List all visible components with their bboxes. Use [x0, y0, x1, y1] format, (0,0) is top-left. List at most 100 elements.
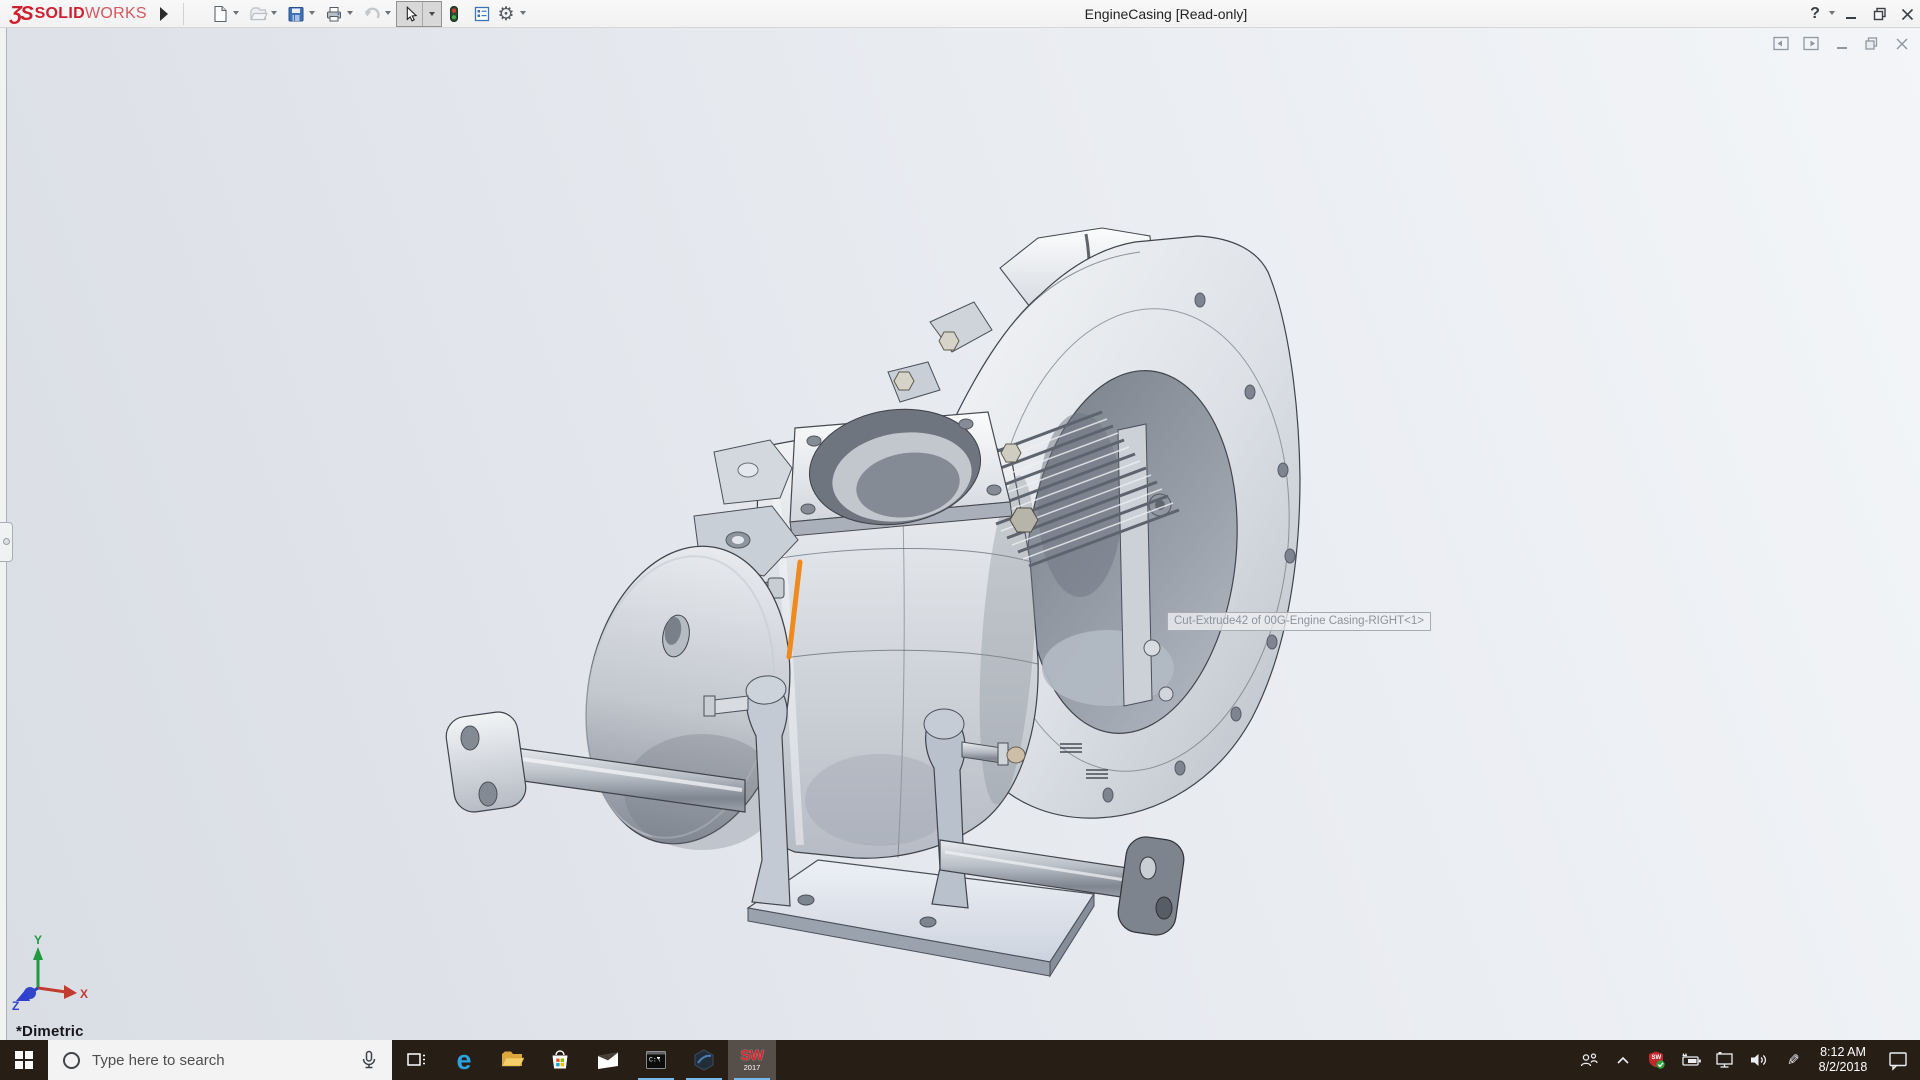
- save-floppy-icon: [288, 7, 304, 22]
- network-button[interactable]: [1708, 1040, 1742, 1080]
- undo-button[interactable]: [360, 2, 384, 26]
- clock-time: 8:12 AM: [1820, 1045, 1866, 1059]
- minimize-icon: [1845, 16, 1856, 19]
- close-button[interactable]: [1896, 0, 1918, 28]
- save-dropdown-caret[interactable]: [309, 11, 315, 15]
- svg-text:SW: SW: [1652, 1055, 1662, 1061]
- windows-taskbar: e: [0, 1040, 1920, 1080]
- edge-icon: e: [456, 1044, 472, 1075]
- document-restore-icon: [1865, 37, 1878, 50]
- feature-tooltip: Cut-Extrude42 of 00G-Engine Casing-RIGHT…: [1167, 612, 1431, 631]
- restore-icon: [1873, 7, 1886, 21]
- solidworks-window: ƷS SOLID WORKS ⚙ EngineCasing [Read-only…: [0, 0, 1920, 1080]
- rebuild-button[interactable]: [442, 2, 466, 26]
- print-button[interactable]: [322, 2, 346, 26]
- taskbar-search[interactable]: [48, 1040, 392, 1080]
- select-dropdown-caret[interactable]: [423, 2, 441, 26]
- task-view-icon: [407, 1053, 425, 1066]
- triad-x-label: X: [80, 987, 88, 1001]
- engine-casing-model[interactable]: Y X Z: [0, 28, 1920, 1040]
- options-dropdown-caret[interactable]: [520, 11, 526, 15]
- battery-icon: [1682, 1053, 1701, 1066]
- new-dropdown-caret[interactable]: [233, 11, 239, 15]
- file-explorer-button[interactable]: [488, 1040, 536, 1080]
- dock-pane-left-icon: [1773, 36, 1789, 51]
- menu-flyout-arrow-icon[interactable]: [160, 7, 168, 21]
- taskbar-clock[interactable]: 8:12 AM 8/2/2018: [1810, 1040, 1876, 1080]
- command-prompt-icon: C:\: [646, 1051, 666, 1069]
- select-cursor-icon: [406, 5, 417, 22]
- solidworks-resource-monitor-icon: SW: [1649, 1051, 1665, 1069]
- gear-icon: ⚙: [497, 3, 515, 25]
- taskbar-apps: e C:\ SW 2017: [392, 1040, 776, 1080]
- microsoft-store-button[interactable]: [536, 1040, 584, 1080]
- splitter-grip-icon: [2, 538, 10, 545]
- solidworks-2017-icon: SW 2017: [740, 1047, 764, 1073]
- document-close-button[interactable]: [1893, 35, 1910, 52]
- microphone-icon[interactable]: [358, 1049, 380, 1071]
- select-tool-button[interactable]: [397, 2, 423, 26]
- help-dropdown-caret[interactable]: [1829, 11, 1835, 15]
- undo-dropdown-caret[interactable]: [385, 11, 391, 15]
- people-button[interactable]: [1572, 1040, 1606, 1080]
- dock-pane-right-button[interactable]: [1803, 35, 1820, 52]
- action-center-button[interactable]: [1876, 1040, 1920, 1080]
- triad-z-label: Z: [12, 999, 19, 1013]
- command-prompt-button[interactable]: C:\: [632, 1040, 680, 1080]
- triad-y-label: Y: [34, 933, 42, 947]
- view-orientation-label: *Dimetric: [16, 1023, 84, 1040]
- document-minimize-button[interactable]: [1833, 35, 1850, 52]
- display-report-button[interactable]: [470, 2, 494, 26]
- display-report-icon: [474, 6, 490, 22]
- network-display-icon: [1716, 1052, 1733, 1068]
- volume-button[interactable]: [1742, 1040, 1776, 1080]
- task-view-button[interactable]: [392, 1040, 440, 1080]
- file-explorer-icon: [501, 1051, 524, 1067]
- volume-icon: [1751, 1054, 1767, 1066]
- document-restore-button[interactable]: [1863, 35, 1880, 52]
- minimize-button[interactable]: [1840, 0, 1862, 28]
- undo-icon: [364, 7, 380, 19]
- graphics-viewport[interactable]: Y X Z Cut-Extrude42 of 00G-Engine Casing…: [0, 28, 1920, 1040]
- open-document-button[interactable]: [246, 2, 270, 26]
- tray-overflow-button[interactable]: [1606, 1040, 1640, 1080]
- windows-logo-icon: [15, 1051, 33, 1069]
- restore-button[interactable]: [1869, 0, 1891, 28]
- chevron-up-icon: [1617, 1056, 1629, 1064]
- options-button[interactable]: ⚙: [494, 2, 518, 26]
- mail-icon: [598, 1052, 618, 1069]
- start-button[interactable]: [0, 1040, 48, 1080]
- open-dropdown-caret[interactable]: [271, 11, 277, 15]
- print-icon: [327, 7, 341, 22]
- solidworks-tool-button[interactable]: [680, 1040, 728, 1080]
- microsoft-store-icon: [552, 1050, 568, 1069]
- edge-button[interactable]: e: [440, 1040, 488, 1080]
- dock-pane-left-button[interactable]: [1773, 35, 1790, 52]
- help-button[interactable]: ?: [1806, 0, 1824, 28]
- solidworks-logo: ƷS SOLID WORKS: [10, 2, 147, 25]
- print-dropdown-caret[interactable]: [347, 11, 353, 15]
- mail-button[interactable]: [584, 1040, 632, 1080]
- close-icon: [1901, 8, 1913, 20]
- pen-icon: ✎: [1786, 1052, 1800, 1069]
- ds-monogram-icon: ƷS: [10, 2, 34, 25]
- solidworks-2017-button[interactable]: SW 2017: [728, 1040, 776, 1080]
- select-tool-group: [396, 1, 442, 27]
- new-document-icon: [214, 5, 227, 23]
- carburetor-flange[interactable]: [789, 399, 1013, 537]
- pen-button[interactable]: ✎: [1776, 1040, 1810, 1080]
- open-folder-icon: [250, 7, 268, 21]
- system-tray: SW ✎ 8:12 AM 8/2/2018: [1572, 1040, 1920, 1080]
- cortana-icon: [63, 1051, 80, 1069]
- solidworks-resource-monitor-button[interactable]: SW: [1640, 1040, 1674, 1080]
- save-button[interactable]: [284, 2, 308, 26]
- document-close-icon: [1895, 37, 1908, 50]
- new-document-button[interactable]: [208, 2, 232, 26]
- titlebar: ƷS SOLID WORKS ⚙ EngineCasing [Read-only…: [0, 0, 1920, 28]
- dock-pane-right-icon: [1803, 36, 1819, 51]
- toolbar-separator: [183, 3, 184, 25]
- search-input[interactable]: [92, 1051, 358, 1069]
- feature-panel-splitter-tab[interactable]: [0, 522, 13, 562]
- battery-button[interactable]: [1674, 1040, 1708, 1080]
- rebuild-traffic-light-icon: [450, 6, 458, 22]
